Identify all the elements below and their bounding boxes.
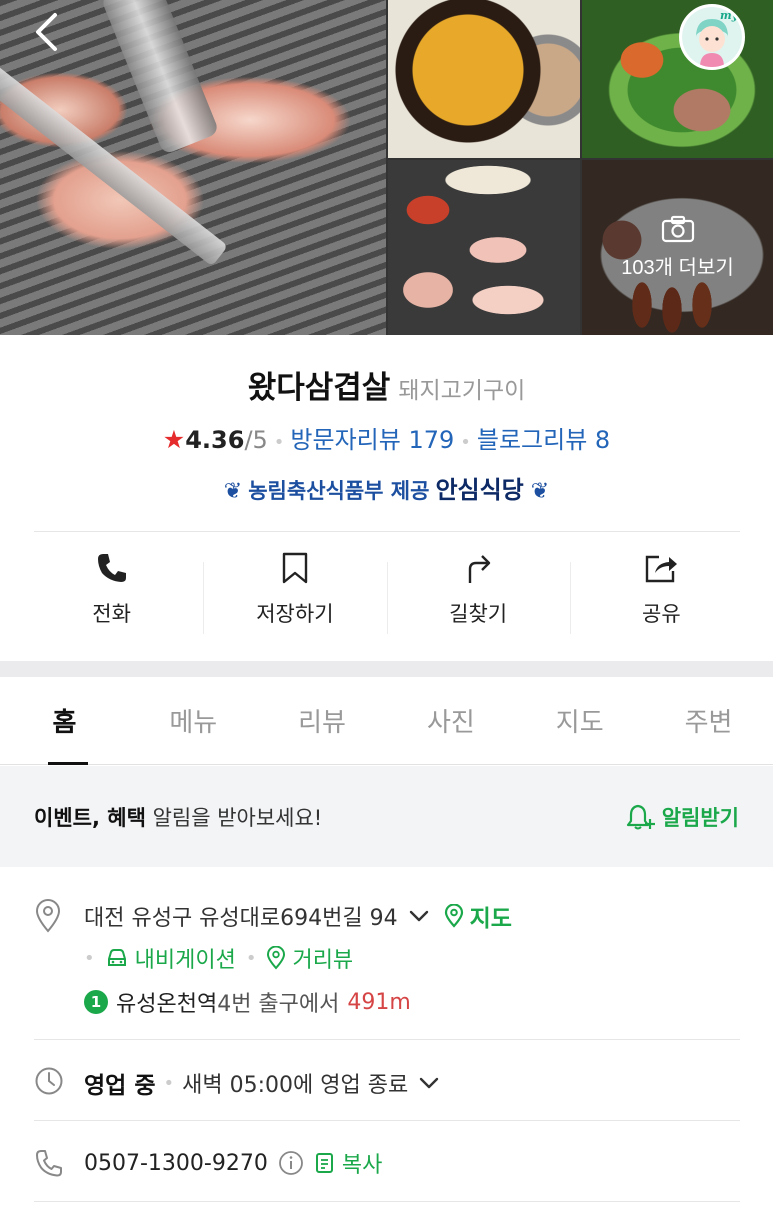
- save-label: 저장하기: [256, 602, 334, 626]
- share-button[interactable]: 공유: [569, 548, 753, 643]
- navigation-label: 내비게이션: [134, 948, 236, 973]
- call-button[interactable]: 전화: [20, 548, 203, 643]
- business-status: 영업 중: [84, 1073, 156, 1099]
- separator-dot: •: [245, 947, 257, 969]
- divider: [34, 531, 740, 532]
- directions-label: 길찾기: [449, 602, 508, 626]
- copy-phone-label: 복사: [341, 1153, 383, 1178]
- navigation-link[interactable]: 내비게이션: [105, 942, 236, 974]
- location-pin-icon: [35, 899, 61, 933]
- copy-phone-button[interactable]: 복사: [314, 1147, 382, 1179]
- tab-nearby[interactable]: 주변: [644, 677, 773, 764]
- separator-dot: •: [273, 432, 285, 453]
- subway-exit: 4번 출구에서: [217, 992, 340, 1017]
- notification-bold-text: 이벤트, 혜택: [34, 805, 146, 830]
- notification-text: 이벤트, 혜택 알림을 받아보세요!: [34, 802, 322, 832]
- notification-banner: 이벤트, 혜택 알림을 받아보세요! 알림받기: [0, 766, 773, 867]
- tab-map[interactable]: 지도: [515, 677, 644, 764]
- bell-plus-icon: [626, 804, 655, 829]
- directions-icon: [468, 555, 491, 583]
- subway-station: 유성온천역: [116, 992, 218, 1017]
- separator-dot: •: [163, 1072, 175, 1094]
- photo-thumb-3[interactable]: [388, 160, 580, 335]
- my-avatar-button[interactable]: my: [679, 4, 745, 70]
- notification-rest-text: 알림을 받아보세요!: [145, 805, 323, 830]
- place-name: 왔다삼겹살: [247, 370, 391, 406]
- closing-time: 새벽 05:00에 영업 종료: [182, 1073, 409, 1098]
- place-category: 돼지고기구이: [398, 378, 526, 404]
- streetview-pin-icon: [267, 946, 286, 970]
- phone-icon: [97, 554, 126, 582]
- avatar: my: [682, 7, 742, 67]
- subway-row: 1 유성온천역 4번 출구에서 491m: [84, 986, 411, 1018]
- chevron-left-icon: [36, 13, 57, 51]
- star-icon: ★: [162, 425, 186, 454]
- phone-row: 0507-1300-9270 복사: [84, 1147, 382, 1179]
- call-label: 전화: [92, 602, 131, 626]
- tab-home[interactable]: 홈: [0, 677, 129, 765]
- subway-line-badge: 1: [84, 990, 108, 1014]
- phone-outline-icon: [36, 1150, 62, 1177]
- separator-dot: •: [460, 432, 471, 453]
- place-title-row: 왔다삼겹살 돼지고기구이: [0, 362, 773, 407]
- bookmark-icon: [282, 552, 308, 584]
- clock-icon: [35, 1067, 63, 1095]
- chevron-down-icon[interactable]: [418, 1076, 440, 1090]
- tab-menu[interactable]: 메뉴: [129, 677, 258, 764]
- certification-source: 농림축산식품부 제공: [248, 479, 430, 503]
- rating-max: /5: [244, 426, 268, 454]
- review-stats-row: ★4.36/5 • 방문자리뷰 179 • 블로그리뷰 8: [0, 420, 773, 455]
- car-icon: [107, 949, 126, 966]
- share-label: 공유: [642, 602, 681, 626]
- divider: [34, 1039, 740, 1040]
- back-button[interactable]: [26, 12, 66, 52]
- laurel-left-icon: ❦: [223, 479, 243, 504]
- map-link-label: 지도: [469, 906, 512, 932]
- navigation-row: • 내비게이션 • 거리뷰: [84, 942, 353, 974]
- streetview-link[interactable]: 거리뷰: [266, 942, 353, 974]
- directions-button[interactable]: 길찾기: [386, 548, 570, 643]
- chevron-down-icon[interactable]: [408, 909, 430, 923]
- camera-icon: [661, 215, 694, 243]
- phone-number[interactable]: 0507-1300-9270: [84, 1151, 268, 1176]
- address-text[interactable]: 대전 유성구 유성대로694번길 94: [84, 900, 398, 932]
- tab-reviews[interactable]: 리뷰: [258, 677, 387, 764]
- visitor-reviews-link[interactable]: 방문자리뷰 179: [290, 426, 454, 454]
- more-photos-label: 103개 더보기: [621, 257, 734, 279]
- divider: [34, 1120, 740, 1121]
- map-link[interactable]: 지도: [444, 899, 512, 933]
- laurel-right-icon: ❦: [523, 479, 550, 504]
- save-button[interactable]: 저장하기: [203, 548, 386, 643]
- tab-bar: 홈 메뉴 리뷰 사진 지도 주변: [0, 677, 773, 765]
- photo-gallery[interactable]: 103개 더보기: [0, 0, 773, 335]
- streetview-label: 거리뷰: [292, 948, 354, 973]
- photo-thumb-2[interactable]: [582, 0, 773, 158]
- copy-icon: [315, 1153, 333, 1173]
- divider: [34, 1201, 740, 1202]
- safe-restaurant-badge[interactable]: ❦ 농림축산식품부 제공 안심식당 ❦: [0, 470, 773, 505]
- subscribe-alerts-button[interactable]: 알림받기: [626, 802, 739, 832]
- map-pin-icon: [444, 904, 463, 928]
- separator-dot: •: [84, 947, 95, 969]
- subscribe-alerts-label: 알림받기: [661, 805, 739, 830]
- photo-thumb-1[interactable]: [388, 0, 580, 158]
- tab-photos[interactable]: 사진: [386, 677, 515, 764]
- share-icon: [646, 555, 678, 583]
- address-row: 대전 유성구 유성대로694번길 94 지도: [84, 899, 512, 933]
- section-gap: [0, 661, 773, 677]
- certification-badge: 안심식당: [435, 476, 524, 504]
- rating-value: 4.36: [185, 426, 245, 454]
- subway-distance: 491m: [347, 989, 411, 1015]
- hours-row[interactable]: 영업 중 • 새벽 05:00에 영업 종료: [84, 1066, 440, 1100]
- blog-reviews-link[interactable]: 블로그리뷰 8: [477, 426, 610, 454]
- info-icon[interactable]: [278, 1150, 304, 1176]
- more-photos-button[interactable]: 103개 더보기: [582, 160, 773, 335]
- action-bar: 전화 저장하기 길찾기 공유: [20, 548, 753, 643]
